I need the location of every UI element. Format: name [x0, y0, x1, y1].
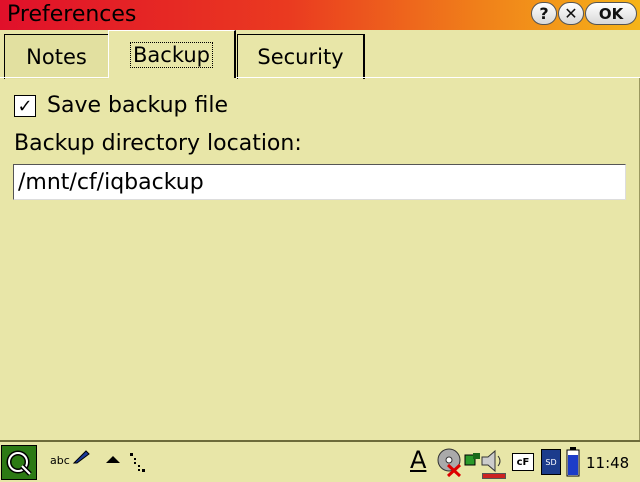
battery-icon[interactable]: [566, 447, 580, 477]
cd-icon[interactable]: [436, 447, 464, 477]
speaker-icon[interactable]: [480, 448, 506, 474]
tab-divider-left: [0, 77, 108, 78]
font-icon[interactable]: A: [410, 446, 426, 474]
help-button[interactable]: ?: [531, 2, 557, 25]
input-method-label[interactable]: abc: [50, 454, 70, 467]
sd-card-icon[interactable]: SD: [541, 449, 561, 475]
q-launcher-icon[interactable]: [1, 445, 37, 480]
cf-card-icon[interactable]: cF: [512, 453, 534, 471]
window-title: Preferences: [7, 2, 137, 27]
clock: 11:48: [586, 454, 630, 472]
tab-notes-label: Notes: [26, 45, 87, 69]
tab-security[interactable]: Security: [237, 34, 365, 79]
title-bar: Preferences ? ✕ OK: [0, 0, 640, 30]
save-backup-label[interactable]: Save backup file: [47, 93, 228, 118]
tab-notes[interactable]: Notes: [4, 34, 108, 79]
backup-directory-label: Backup directory location:: [14, 131, 302, 156]
dots-menu-icon[interactable]: [128, 452, 148, 474]
close-button[interactable]: ✕: [558, 2, 584, 25]
up-arrow-icon[interactable]: [106, 456, 120, 463]
save-backup-checkbox[interactable]: ✓: [14, 95, 36, 117]
tab-security-label: Security: [257, 45, 344, 69]
checkmark-icon: ✓: [17, 95, 33, 117]
volume-bar: [482, 473, 506, 479]
tab-divider-right: [236, 77, 640, 78]
taskbar: abc A cF SD 11:48: [0, 440, 640, 482]
backup-directory-input[interactable]: [13, 164, 626, 200]
tab-backup-label: Backup: [130, 41, 213, 68]
tab-bar: Notes Backup Security: [0, 30, 640, 79]
handwriting-pen-icon[interactable]: [72, 450, 90, 464]
tab-backup[interactable]: Backup: [108, 30, 236, 78]
ok-button[interactable]: OK: [585, 2, 637, 25]
